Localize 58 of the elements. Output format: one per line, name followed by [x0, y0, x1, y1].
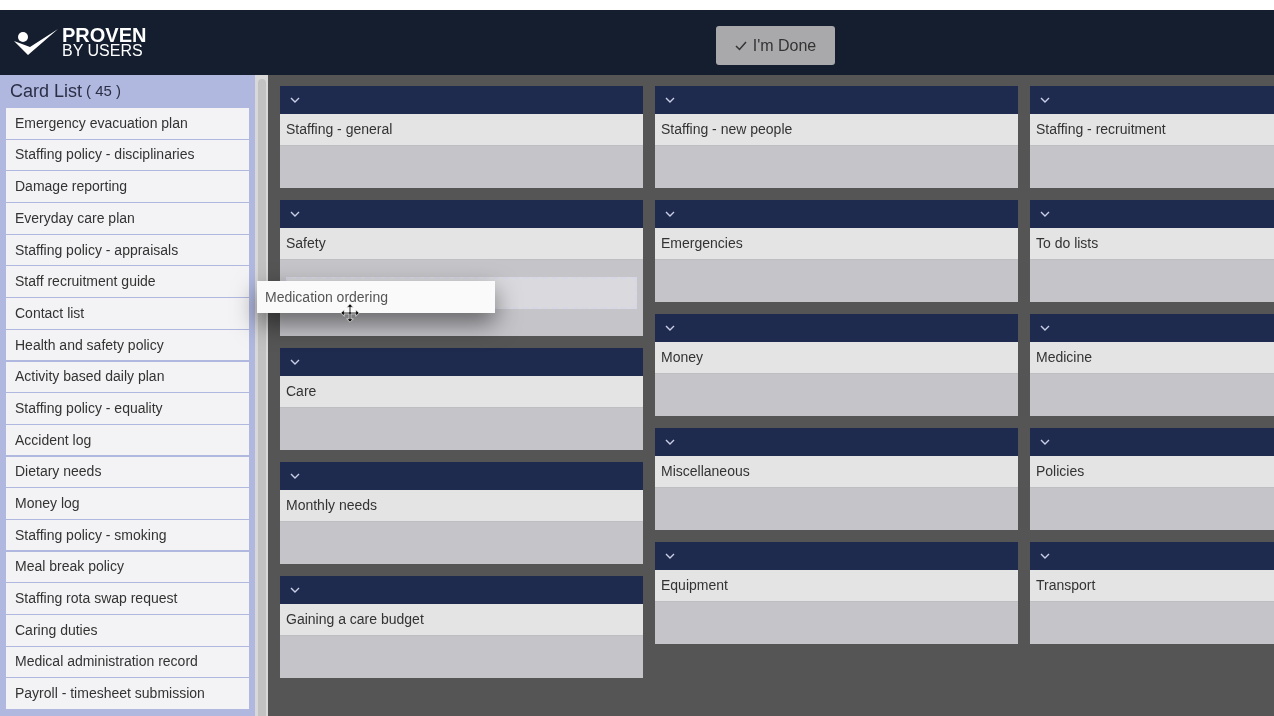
- card-item[interactable]: Meal break policy: [6, 551, 249, 583]
- chevron-down-icon[interactable]: [665, 438, 675, 446]
- card-item[interactable]: Emergency evacuation plan: [6, 108, 249, 139]
- chevron-down-icon[interactable]: [290, 358, 300, 366]
- card-item[interactable]: Caring duties: [6, 615, 249, 646]
- card-item[interactable]: Staff recruitment guide: [6, 266, 249, 297]
- chevron-down-icon[interactable]: [1040, 552, 1050, 560]
- category-title: Miscellaneous: [655, 456, 1018, 488]
- card-item[interactable]: Staffing policy - appraisals: [6, 234, 249, 266]
- chevron-down-icon[interactable]: [665, 210, 675, 218]
- card-item[interactable]: Staffing policy - smoking: [6, 519, 249, 551]
- chevron-down-icon[interactable]: [1040, 438, 1050, 446]
- category-title: Transport: [1030, 570, 1274, 602]
- chevron-down-icon[interactable]: [290, 96, 300, 104]
- card-item[interactable]: Accident log: [6, 424, 249, 456]
- category-title: Care: [280, 376, 643, 408]
- card-item[interactable]: Activity based daily plan: [6, 361, 249, 392]
- move-cursor-icon: [340, 303, 360, 323]
- category-title: To do lists: [1030, 228, 1274, 260]
- card-item[interactable]: Staffing rota swap request: [6, 583, 249, 614]
- category-title: Staffing - recruitment: [1030, 114, 1274, 146]
- dragged-card[interactable]: Medication ordering: [257, 281, 495, 313]
- chevron-down-icon[interactable]: [290, 210, 300, 218]
- check-icon: [734, 40, 747, 51]
- chevron-down-icon[interactable]: [1040, 210, 1050, 218]
- card-item[interactable]: Money log: [6, 488, 249, 519]
- scrollbar[interactable]: [255, 75, 268, 716]
- category-title: Safety: [280, 228, 643, 260]
- chevron-down-icon[interactable]: [665, 324, 675, 332]
- done-button[interactable]: I'm Done: [716, 26, 835, 65]
- card-list-title: Card List: [10, 80, 83, 103]
- chevron-down-icon[interactable]: [290, 472, 300, 480]
- card-item[interactable]: Damage reporting: [6, 171, 249, 202]
- chevron-down-icon[interactable]: [290, 586, 300, 594]
- card-item[interactable]: Health and safety policy: [6, 329, 249, 361]
- card-item[interactable]: Staffing policy - equality: [6, 393, 249, 424]
- category-title: Money: [655, 342, 1018, 374]
- category-title: Monthly needs: [280, 490, 643, 522]
- logo-text: BY USERS: [62, 42, 143, 59]
- category-title: Medicine: [1030, 342, 1274, 374]
- card-item[interactable]: Dietary needs: [6, 456, 249, 488]
- chevron-down-icon[interactable]: [665, 96, 675, 104]
- card-count: ( 45 ): [86, 81, 122, 102]
- card-item[interactable]: Staffing policy - disciplinaries: [6, 139, 249, 171]
- card-item[interactable]: Payroll - timesheet submission: [6, 678, 249, 709]
- category-title: Policies: [1030, 456, 1274, 488]
- category-title: Staffing - new people: [655, 114, 1018, 146]
- category-title: Staffing - general: [280, 114, 643, 146]
- chevron-down-icon[interactable]: [1040, 96, 1050, 104]
- category-title: Emergencies: [655, 228, 1018, 260]
- chevron-down-icon[interactable]: [1040, 324, 1050, 332]
- card-item[interactable]: Medical administration record: [6, 646, 249, 678]
- category-title: Gaining a care budget: [280, 604, 643, 636]
- card-item[interactable]: Everyday care plan: [6, 203, 249, 234]
- card-item[interactable]: Contact list: [6, 298, 249, 329]
- chevron-down-icon[interactable]: [665, 552, 675, 560]
- category-title: Equipment: [655, 570, 1018, 602]
- logo-text: PROVEN: [62, 26, 147, 43]
